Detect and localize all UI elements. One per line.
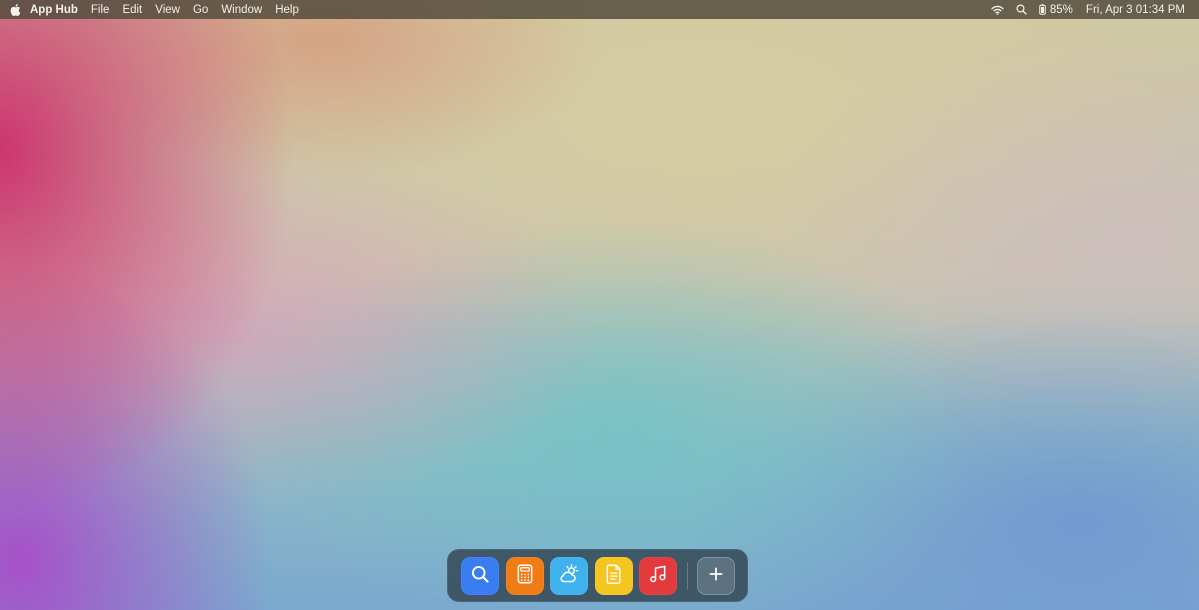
search-icon (470, 564, 490, 589)
clock[interactable]: Fri, Apr 3 01:34 PM (1086, 4, 1185, 16)
app-name[interactable]: App Hub (30, 4, 78, 16)
menu-view[interactable]: View (155, 4, 180, 16)
dock-add-button[interactable] (697, 557, 735, 595)
menu-bar-right: 85% Fri, Apr 3 01:34 PM (991, 0, 1185, 19)
menu-edit[interactable]: Edit (122, 4, 142, 16)
dock-app-music[interactable] (639, 557, 677, 595)
menu-window[interactable]: Window (221, 4, 262, 16)
dock-app-calculator[interactable] (506, 557, 544, 595)
battery-icon[interactable] (1039, 0, 1046, 19)
menu-file[interactable]: File (91, 4, 110, 16)
music-icon (648, 564, 668, 589)
wifi-icon[interactable] (991, 0, 1004, 19)
dock-app-search[interactable] (461, 557, 499, 595)
battery-percentage: 85% (1049, 3, 1073, 16)
menu-bar-left: App Hub File Edit View Go Window Help (9, 0, 312, 19)
dock-divider (687, 562, 688, 590)
dock-app-weather[interactable] (550, 557, 588, 595)
weather-icon (558, 563, 580, 589)
menu-go[interactable]: Go (193, 4, 208, 16)
search-icon[interactable] (1016, 0, 1027, 19)
calculator-icon (516, 564, 534, 589)
menu-bar: App Hub File Edit View Go Window Help 85… (0, 0, 1199, 19)
dock (447, 549, 748, 602)
dock-app-notes[interactable] (595, 557, 633, 595)
plus-icon (708, 566, 724, 587)
desktop[interactable]: App Hub File Edit View Go Window Help 85… (0, 0, 1199, 610)
apple-icon[interactable] (9, 3, 21, 16)
notes-icon (606, 564, 622, 589)
menu-help[interactable]: Help (275, 4, 299, 16)
